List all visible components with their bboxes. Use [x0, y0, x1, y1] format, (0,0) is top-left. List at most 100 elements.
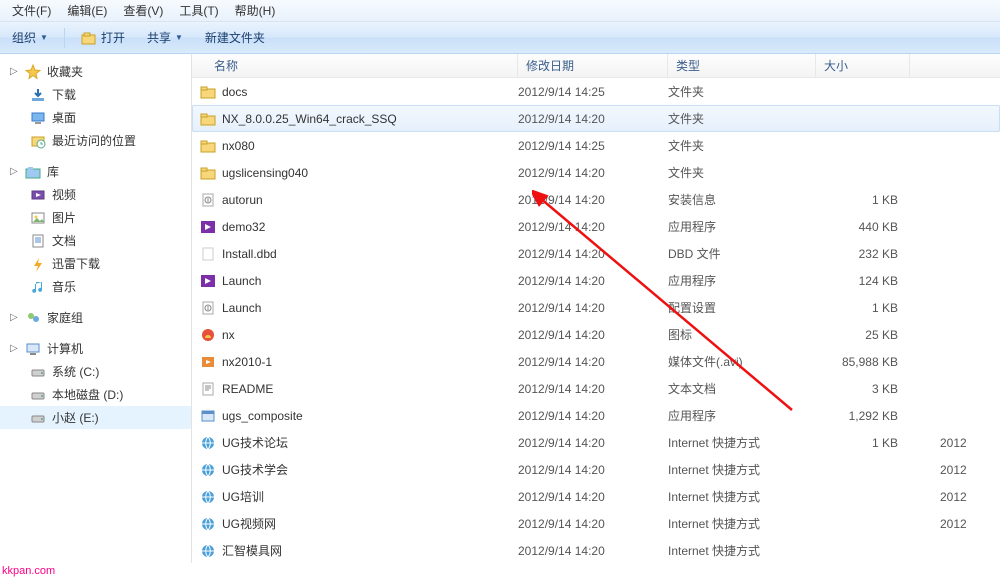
video-icon — [30, 187, 46, 203]
col-type[interactable]: 类型 — [668, 54, 816, 77]
file-row[interactable]: demo322012/9/14 14:20应用程序440 KB — [192, 213, 1000, 240]
file-name: Launch — [222, 274, 261, 288]
menu-item[interactable]: 帮助(H) — [227, 0, 284, 21]
file-date: 2012/9/14 14:20 — [518, 220, 668, 234]
tree-group-head[interactable]: ▷ 家庭组 — [0, 306, 191, 329]
file-type: Internet 快捷方式 — [668, 542, 816, 559]
tree-head-label: 家庭组 — [47, 309, 83, 326]
folder-icon — [200, 111, 216, 127]
download-icon — [30, 87, 46, 103]
file-name: nx2010-1 — [222, 355, 272, 369]
menu-item[interactable]: 查看(V) — [115, 0, 171, 21]
file-row[interactable]: README2012/9/14 14:20文本文档3 KB — [192, 375, 1000, 402]
file-type: Internet 快捷方式 — [668, 434, 816, 451]
file-name: Install.dbd — [222, 247, 277, 261]
tree-item[interactable]: 本地磁盘 (D:) — [0, 383, 191, 406]
file-row[interactable]: docs2012/9/14 14:25文件夹 — [192, 78, 1000, 105]
file-row[interactable]: nx0802012/9/14 14:25文件夹 — [192, 132, 1000, 159]
computer-icon — [25, 341, 41, 357]
share-button[interactable]: 共享 ▼ — [141, 27, 189, 48]
share-label: 共享 — [147, 29, 171, 46]
menu-item[interactable]: 工具(T) — [171, 0, 226, 21]
file-row[interactable]: ugslicensing0402012/9/14 14:20文件夹 — [192, 159, 1000, 186]
tree-item-label: 小赵 (E:) — [52, 409, 99, 426]
file-date: 2012/9/14 14:20 — [518, 247, 668, 261]
tree-item[interactable]: 系统 (C:) — [0, 360, 191, 383]
txt-icon — [200, 381, 216, 397]
open-button[interactable]: 打开 — [75, 27, 131, 48]
exe-purple-icon — [200, 219, 216, 235]
file-name: UG视频网 — [222, 515, 276, 532]
file-row[interactable]: ugs_composite2012/9/14 14:20应用程序1,292 KB — [192, 402, 1000, 429]
tree-group-head[interactable]: ▷计算机 — [0, 337, 191, 360]
col-date[interactable]: 修改日期 — [518, 54, 668, 77]
file-row[interactable]: nx2010-12012/9/14 14:20媒体文件(.avi)85,988 … — [192, 348, 1000, 375]
file-type: 应用程序 — [668, 407, 816, 424]
file-row[interactable]: UG视频网2012/9/14 14:20Internet 快捷方式2012 — [192, 510, 1000, 537]
expand-icon: ▷ — [10, 67, 19, 76]
open-label: 打开 — [101, 29, 125, 46]
tree-item[interactable]: 迅雷下载 — [0, 252, 191, 275]
tree-head-label: 库 — [47, 163, 59, 180]
col-size[interactable]: 大小 — [816, 54, 910, 77]
file-date: 2012/9/14 14:20 — [518, 436, 668, 450]
file-name: UG培训 — [222, 488, 264, 505]
tree-head-label: 收藏夹 — [47, 63, 83, 80]
tree-item[interactable]: 小赵 (E:) — [0, 406, 191, 429]
file-row[interactable]: 汇智模具网2012/9/14 14:20Internet 快捷方式 — [192, 537, 1000, 564]
organize-button[interactable]: 组织 ▼ — [6, 27, 54, 48]
tree-item[interactable]: 下载 — [0, 83, 191, 106]
file-date: 2012/9/14 14:20 — [518, 112, 668, 126]
file-row[interactable]: autorun2012/9/14 14:20安装信息1 KB — [192, 186, 1000, 213]
file-row[interactable]: nx2012/9/14 14:20图标25 KB — [192, 321, 1000, 348]
tree-group-head[interactable]: ▷库 — [0, 160, 191, 183]
file-date: 2012/9/14 14:20 — [518, 382, 668, 396]
tree-item[interactable]: 最近访问的位置 — [0, 129, 191, 152]
blank-icon — [200, 246, 216, 262]
file-date: 2012/9/14 14:25 — [518, 139, 668, 153]
tree-item[interactable]: 视频 — [0, 183, 191, 206]
url-icon — [200, 462, 216, 478]
expand-icon: ▷ — [10, 313, 19, 322]
tree-item[interactable]: 图片 — [0, 206, 191, 229]
toolbar: 组织 ▼ 打开 共享 ▼ 新建文件夹 — [0, 22, 1000, 54]
menu-item[interactable]: 文件(F) — [4, 0, 59, 21]
file-row[interactable]: UG培训2012/9/14 14:20Internet 快捷方式2012 — [192, 483, 1000, 510]
file-size: 1 KB — [816, 301, 910, 315]
file-row[interactable]: UG技术论坛2012/9/14 14:20Internet 快捷方式1 KB20… — [192, 429, 1000, 456]
doc-icon — [30, 233, 46, 249]
file-extra: 2012 — [910, 463, 967, 477]
file-row[interactable]: Launch2012/9/14 14:20应用程序124 KB — [192, 267, 1000, 294]
file-row[interactable]: NX_8.0.0.25_Win64_crack_SSQ 2012/9/14 14:… — [192, 105, 1000, 132]
file-type: Internet 快捷方式 — [668, 515, 816, 532]
file-date: 2012/9/14 14:20 — [518, 544, 668, 558]
file-date: 2012/9/14 14:20 — [518, 355, 668, 369]
file-name: UG技术论坛 — [222, 434, 288, 451]
sidebar: ▷收藏夹下载桌面最近访问的位置▷库视频图片文档迅雷下载音乐▷家庭组▷计算机系统 … — [0, 54, 192, 563]
open-icon — [81, 30, 97, 46]
file-name: NX_8.0.0.25_Win64_crack_SSQ — [222, 112, 397, 126]
file-name: ugs_composite — [222, 409, 303, 423]
file-row[interactable]: Launch2012/9/14 14:20配置设置1 KB — [192, 294, 1000, 321]
file-row[interactable]: Install.dbd2012/9/14 14:20DBD 文件232 KB — [192, 240, 1000, 267]
new-folder-button[interactable]: 新建文件夹 — [199, 27, 271, 48]
file-type: 文件夹 — [668, 83, 816, 100]
tree-group-head[interactable]: ▷ 收藏夹 — [0, 60, 191, 83]
file-date: 2012/9/14 14:20 — [518, 274, 668, 288]
menu-item[interactable]: 编辑(E) — [59, 0, 115, 21]
tree-item[interactable]: 文档 — [0, 229, 191, 252]
tree-item[interactable]: 音乐 — [0, 275, 191, 298]
separator — [64, 28, 65, 48]
expand-icon: ▷ — [10, 167, 19, 176]
tree-item-label: 桌面 — [52, 109, 76, 126]
main-area: ▷收藏夹下载桌面最近访问的位置▷库视频图片文档迅雷下载音乐▷家庭组▷计算机系统 … — [0, 54, 1000, 563]
tree-item[interactable]: 桌面 — [0, 106, 191, 129]
tree-item-label: 视频 — [52, 186, 76, 203]
file-row[interactable]: UG技术学会2012/9/14 14:20Internet 快捷方式2012 — [192, 456, 1000, 483]
file-type: Internet 快捷方式 — [668, 488, 816, 505]
file-type: 文本文档 — [668, 380, 816, 397]
chevron-down-icon: ▼ — [175, 33, 183, 42]
col-name[interactable]: 名称 — [192, 54, 518, 77]
menubar: 文件(F)编辑(E)查看(V)工具(T)帮助(H) — [0, 0, 1000, 22]
file-type: 应用程序 — [668, 272, 816, 289]
